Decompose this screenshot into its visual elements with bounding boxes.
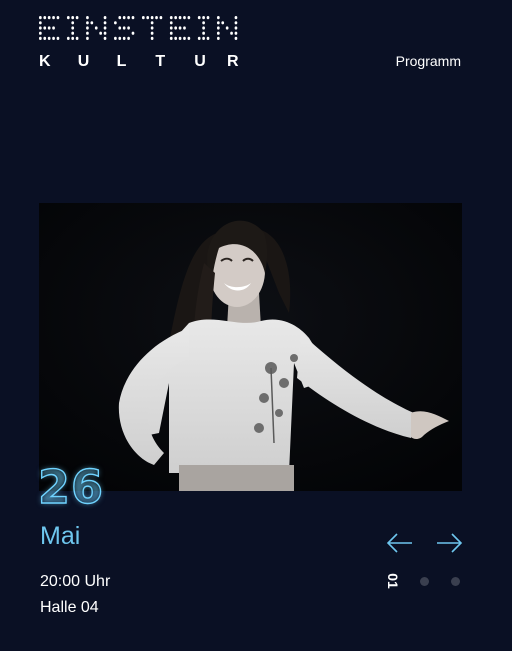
next-slide-button[interactable] [435,532,463,554]
event-month: Mai [40,522,81,550]
page: K U L T U R Programm 26 Mai 20:00 Uhr Halle 0… [0,0,512,651]
pagination-dot-3[interactable] [451,577,460,586]
logo-letter: K [39,53,51,70]
pagination-dot-2[interactable] [420,577,429,586]
event-venue: Halle 04 [40,599,99,616]
einstein-kultur-logo[interactable]: KULTUR [39,13,239,71]
event-photo [39,203,462,491]
logo-letter: T [155,53,166,70]
logo-dotted-wordmark [39,16,238,40]
logo-letter: U [194,53,206,70]
logo-kultur-wordmark: KULTUR [39,53,239,71]
event-day: 26 [37,459,105,514]
logo-letter: L [116,53,127,70]
arrow-left-icon [386,533,412,553]
slide-page-number[interactable]: 01 [383,571,403,591]
nav-programm-link[interactable]: Programm [396,53,461,69]
arrow-right-icon [437,533,463,553]
event-time: 20:00 Uhr [40,573,111,590]
logo-letter: U [77,53,90,70]
logo-letter: R [227,53,239,70]
prev-slide-button[interactable] [386,532,414,554]
